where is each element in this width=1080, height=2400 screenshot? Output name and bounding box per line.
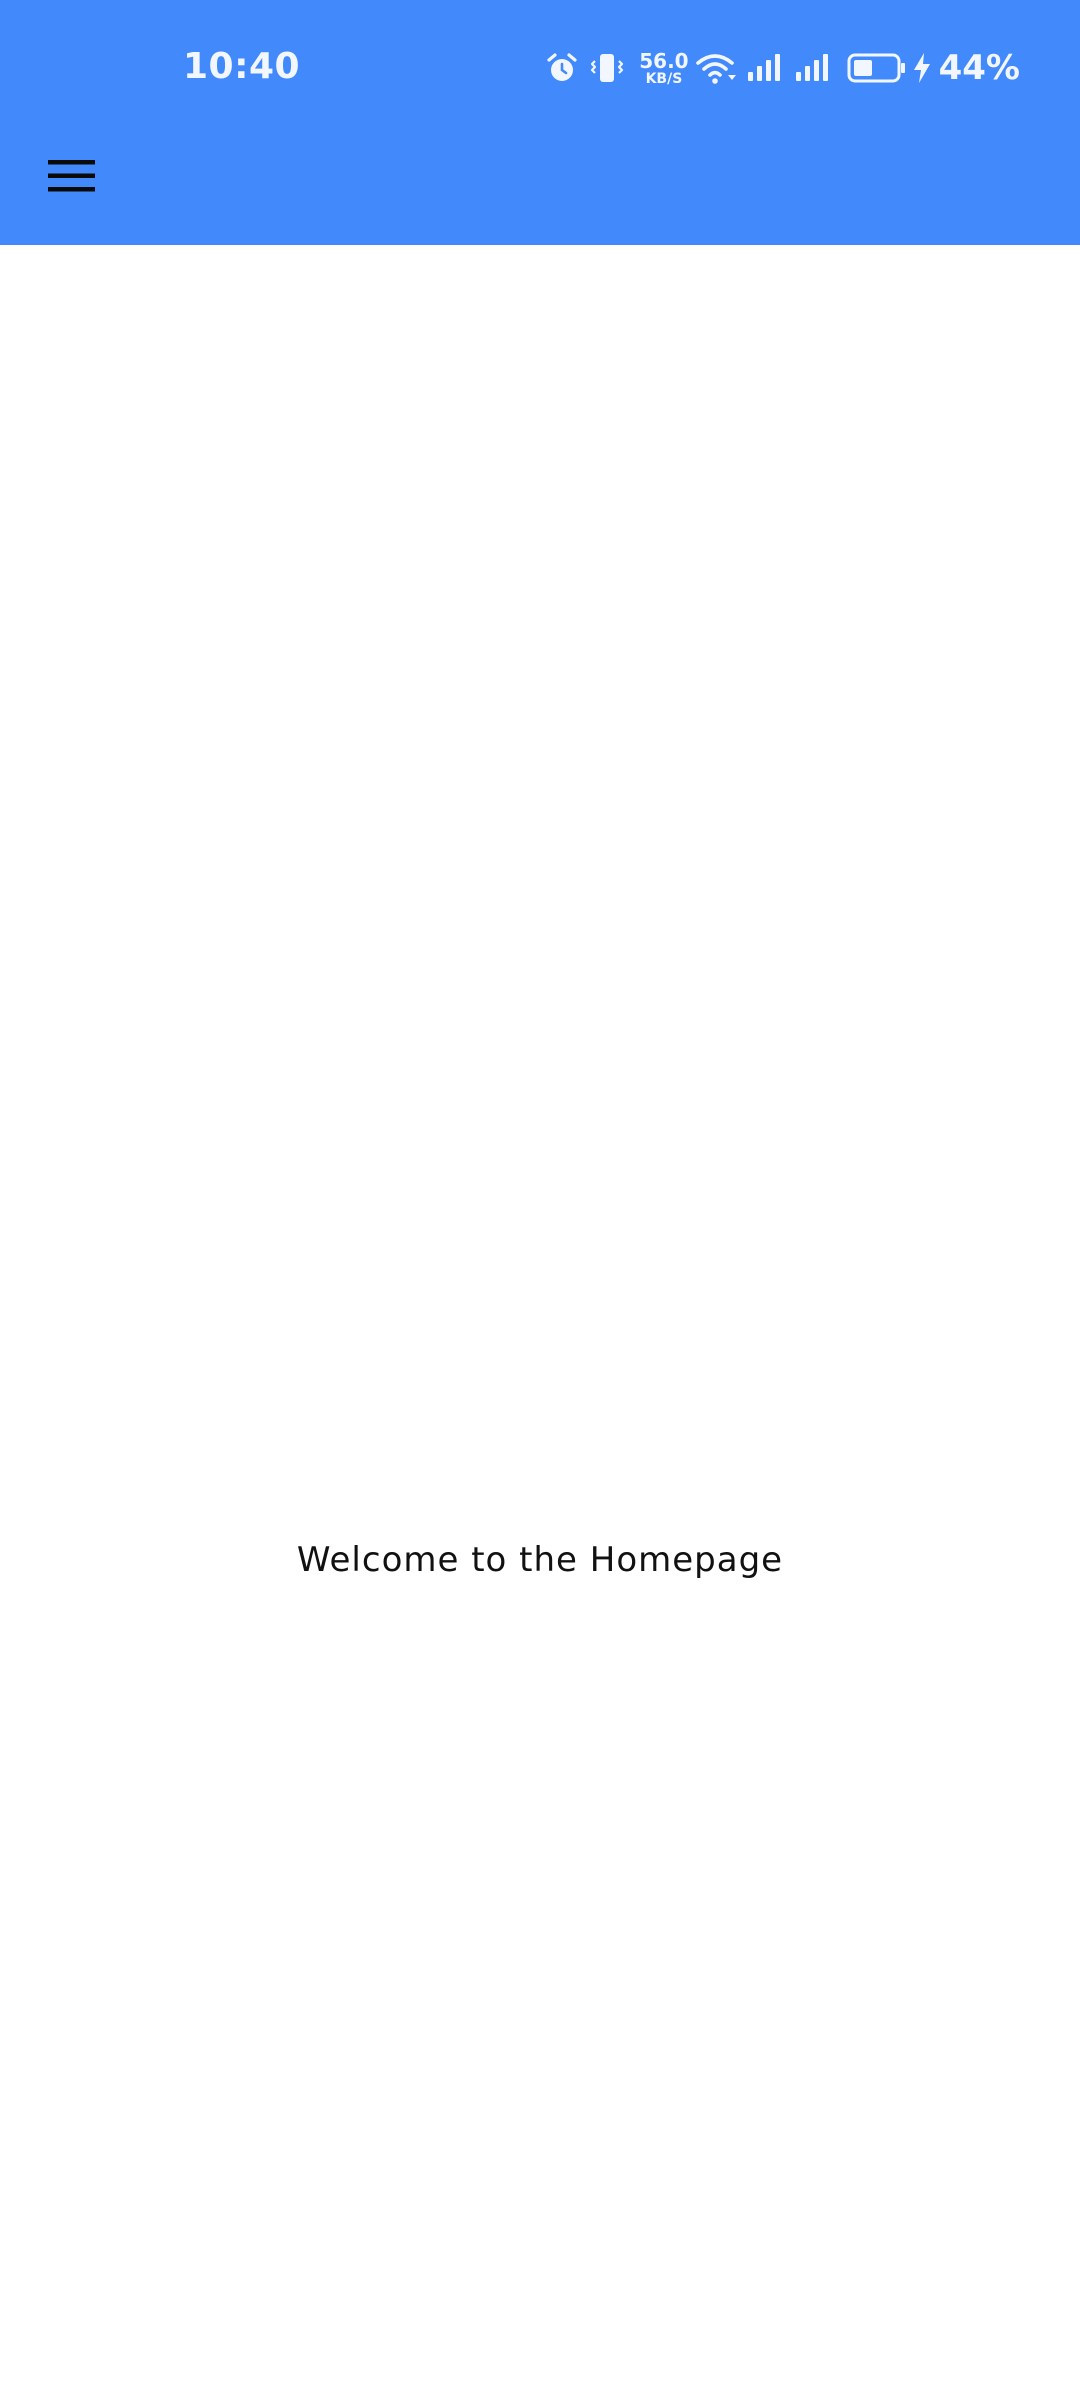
main-content: Welcome to the Homepage (0, 245, 1080, 2400)
battery-percent: 44% (938, 48, 1020, 88)
charging-icon (913, 53, 930, 83)
welcome-text: Welcome to the Homepage (296, 1540, 784, 1580)
network-speed-unit: KB/S (645, 70, 683, 87)
status-time: 10:40 (183, 46, 301, 87)
app-bar: 10:40 56.0 KB/S 44% (0, 0, 1080, 245)
network-speed: 56.0 KB/S (639, 51, 688, 86)
vibrate-icon (591, 54, 624, 82)
app-screen: 10:40 56.0 KB/S 44% Welcome to the Homep… (0, 0, 1080, 2400)
network-speed-value: 56.0 (639, 48, 689, 73)
status-icons: 56.0 KB/S 44% (545, 44, 1020, 92)
wifi-icon (695, 54, 736, 84)
battery-level-fill (853, 60, 872, 76)
hamburger-menu-icon (48, 160, 95, 192)
alarm-icon (547, 53, 577, 81)
battery-icon (847, 53, 905, 83)
menu-button[interactable] (36, 140, 108, 212)
signal-icon (795, 54, 828, 81)
signal-icon (747, 54, 780, 81)
status-bar: 10:40 56.0 KB/S 44% (0, 0, 1080, 140)
